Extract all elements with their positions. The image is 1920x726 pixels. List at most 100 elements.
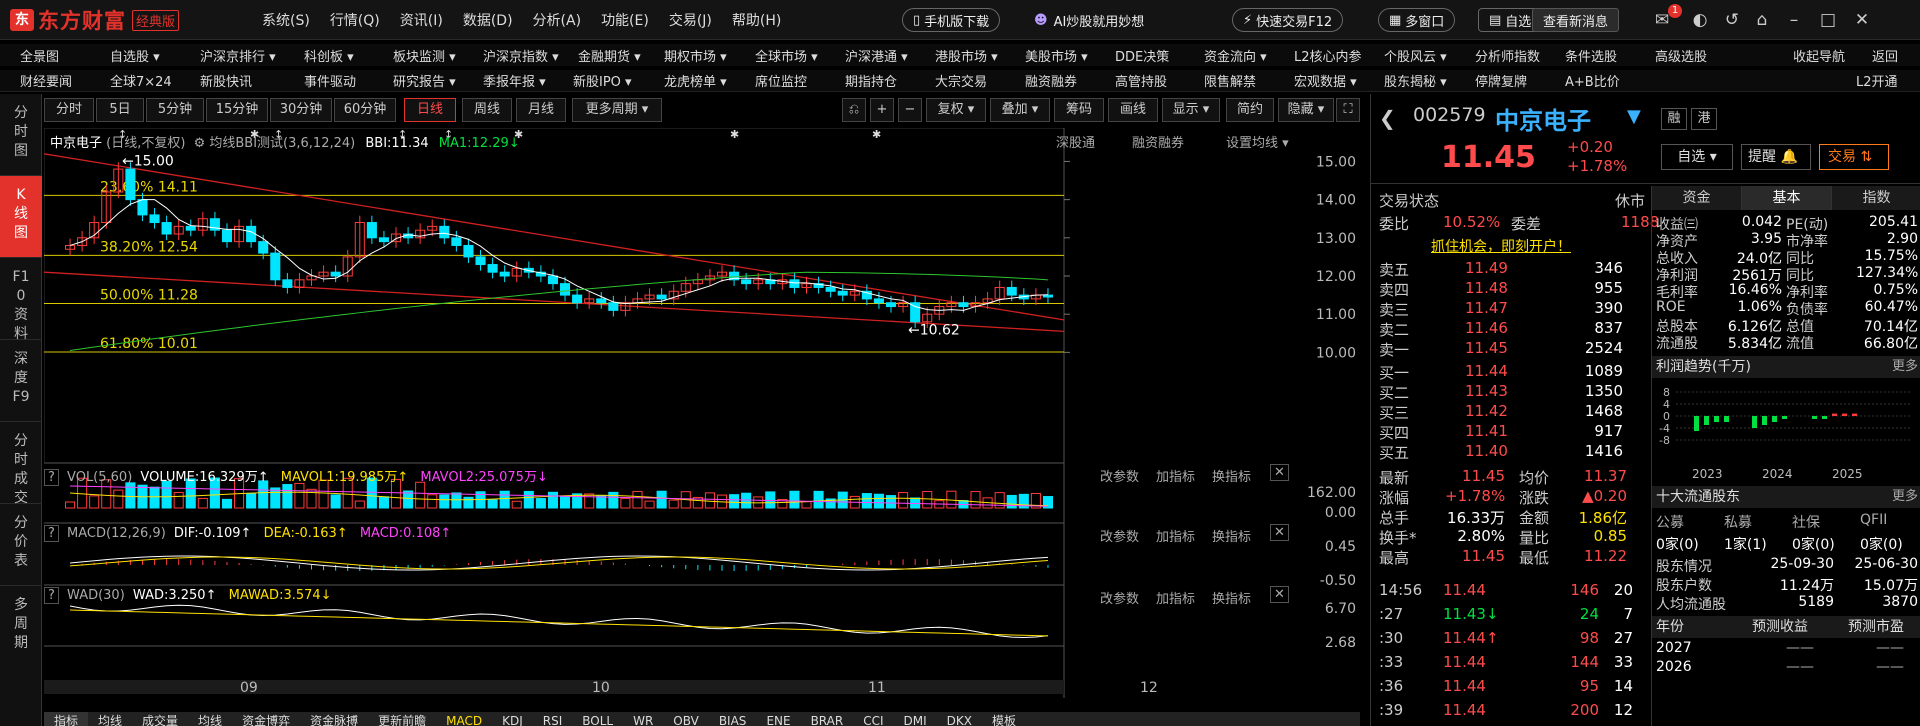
nav2-futures-pos[interactable]: 期指持仓 <box>845 71 897 90</box>
nav2-ipo-news[interactable]: 新股快讯 <box>200 71 252 90</box>
profit-more-link[interactable]: 更多 <box>1892 356 1918 378</box>
indicator-tab-18[interactable]: DKX <box>937 714 982 726</box>
chart-canvas[interactable]: 15.00 14.00 13.00 12.00 11.00 10.00 23.60% 14.… <box>44 128 1360 726</box>
nav2-ab-ratio[interactable]: A+B比价 <box>1565 71 1620 90</box>
indicator-tab-8[interactable]: KDJ <box>492 714 533 726</box>
nav-sector[interactable]: 板块监测 ▾ <box>393 46 456 65</box>
wad-close-icon[interactable]: ✕ <box>1270 586 1289 603</box>
period-5min[interactable]: 5分钟 <box>146 98 204 122</box>
link-set-ma[interactable]: 设置均线 ▾ <box>1226 132 1289 151</box>
nav-star-market[interactable]: 科创板 ▾ <box>304 46 354 65</box>
trade-button[interactable]: 交易 ⇅ <box>1819 144 1889 170</box>
maximize-icon[interactable]: □ <box>1818 10 1838 30</box>
menu-help[interactable]: 帮助(H) <box>732 10 781 30</box>
event-marker-icon[interactable]: ✱ <box>730 128 739 141</box>
view-ticks[interactable]: 分时成交 <box>0 422 42 506</box>
nav2-ipo[interactable]: 新股IPO ▾ <box>573 71 632 90</box>
minimize-icon[interactable]: – <box>1784 10 1804 30</box>
open-account-link[interactable]: 抓住机会，即刻开户！ <box>1431 236 1571 256</box>
nav-stock-news[interactable]: 个股风云 ▾ <box>1384 46 1447 65</box>
nav2-research[interactable]: 研究报告 ▾ <box>393 71 456 90</box>
period-60min[interactable]: 60分钟 <box>334 98 396 122</box>
vol-help-icon[interactable]: ? <box>44 469 59 486</box>
watchlist-dropdown[interactable]: 自选 ▾ <box>1661 144 1733 170</box>
nav-adv-screener[interactable]: 高级选股 <box>1655 46 1707 65</box>
hide-button[interactable]: 隐藏 ▾ <box>1278 98 1334 122</box>
nav-overview[interactable]: 全景图 <box>20 46 59 65</box>
draw-button[interactable]: 画线 <box>1108 98 1158 122</box>
nav-fundflow[interactable]: 资金流向 ▾ <box>1204 46 1267 65</box>
indicator-tab-11[interactable]: WR <box>623 714 663 726</box>
quick-trade-button[interactable]: ⚡ 快速交易F12 <box>1232 8 1344 32</box>
indicator-tab-7[interactable]: MACD <box>436 714 492 726</box>
nav2-unlock[interactable]: 限售解禁 <box>1204 71 1256 90</box>
settings-icon[interactable]: ⚙ <box>194 136 206 151</box>
close-icon[interactable]: ✕ <box>1852 10 1872 30</box>
view-f10[interactable]: F10资料 <box>0 258 42 342</box>
nav2-suspension[interactable]: 停牌复牌 <box>1475 71 1527 90</box>
period-daily[interactable]: 日线 <box>404 98 456 122</box>
nav-hk[interactable]: 港股市场 ▾ <box>935 46 998 65</box>
skin-icon[interactable]: ◐ <box>1690 10 1710 30</box>
wad-help-icon[interactable]: ? <box>44 587 59 604</box>
tab-index[interactable]: 指数 <box>1832 186 1920 210</box>
nav-watchlist[interactable]: 自选股 ▾ <box>110 46 160 65</box>
back-icon[interactable]: ↺ <box>1722 10 1742 30</box>
indicator-tab-3[interactable]: 均线 <box>188 712 232 726</box>
wad-name[interactable]: WAD(30) <box>67 588 125 603</box>
vol-close-icon[interactable]: ✕ <box>1270 464 1289 481</box>
nav-connect[interactable]: 沪深港通 ▾ <box>845 46 908 65</box>
nav2-margin[interactable]: 融资融券 <box>1025 71 1077 90</box>
link-sgt[interactable]: 深股通 <box>1056 132 1095 151</box>
period-5day[interactable]: 5日 <box>96 98 144 122</box>
simple-button[interactable]: 简约 <box>1226 98 1274 122</box>
shirt-icon[interactable]: ⌂ <box>1752 10 1772 30</box>
remind-button[interactable]: 提醒 🔔 <box>1741 144 1811 170</box>
vol-switch-indicator[interactable]: 换指标 <box>1212 466 1251 485</box>
nav2-macro[interactable]: 宏观数据 ▾ <box>1294 71 1357 90</box>
nav2-events[interactable]: 事件驱动 <box>304 71 356 90</box>
macd-name[interactable]: MACD(12,26,9) <box>67 526 166 541</box>
indicator-tab-0[interactable]: 指标 <box>44 712 89 726</box>
macd-switch-indicator[interactable]: 换指标 <box>1212 526 1251 545</box>
indicator-tab-10[interactable]: BOLL <box>572 714 623 726</box>
tab-basic[interactable]: 基本 <box>1742 186 1832 210</box>
wad-add-indicator[interactable]: 加指标 <box>1156 588 1195 607</box>
nav2-dragon-tiger[interactable]: 龙虎榜单 ▾ <box>664 71 727 90</box>
nav-collapse[interactable]: 收起导航 <box>1793 46 1845 65</box>
macd-edit-params[interactable]: 改参数 <box>1100 526 1139 545</box>
indicator-tab-16[interactable]: CCI <box>853 714 893 726</box>
holders-more-link[interactable]: 更多 <box>1892 486 1918 508</box>
view-multi-period[interactable]: 多周期 <box>0 586 42 666</box>
nav2-exec-holdings[interactable]: 高管持股 <box>1115 71 1167 90</box>
indicator-tab-4[interactable]: 资金博弈 <box>232 712 300 726</box>
overlay-button[interactable]: 叠加 ▾ <box>990 98 1050 122</box>
menu-system[interactable]: 系统(S) <box>262 10 310 30</box>
nav-us[interactable]: 美股市场 ▾ <box>1025 46 1088 65</box>
nav-dde[interactable]: DDE决策 <box>1115 46 1169 65</box>
vol-name[interactable]: VOL(5,60) <box>67 470 132 485</box>
nav-rank[interactable]: 沪深京排行 ▾ <box>200 46 276 65</box>
nav-screener[interactable]: 条件选股 <box>1565 46 1617 65</box>
indicator-tab-1[interactable]: 均线 <box>88 712 132 726</box>
multi-window-button[interactable]: ▦ 多窗口 <box>1378 8 1456 32</box>
indicator-tab-19[interactable]: 模板 <box>982 712 1026 726</box>
nav2-holders[interactable]: 股东揭秘 ▾ <box>1384 71 1447 90</box>
link-margin[interactable]: 融资融券 <box>1132 132 1184 151</box>
period-15min[interactable]: 15分钟 <box>206 98 268 122</box>
wad-switch-indicator[interactable]: 换指标 <box>1212 588 1251 607</box>
reset-icon[interactable]: ⎌ <box>842 98 866 122</box>
period-weekly[interactable]: 周线 <box>462 98 512 122</box>
kline-indicator-name[interactable]: 均线BBI测试(3,6,12,24) <box>209 136 355 151</box>
nav2-block-trade[interactable]: 大宗交易 <box>935 71 987 90</box>
view-kline[interactable]: K线图 <box>0 176 42 258</box>
nav2-global724[interactable]: 全球7×24 <box>110 71 172 90</box>
display-button[interactable]: 显示 ▾ <box>1162 98 1220 122</box>
chips-button[interactable]: 筹码 <box>1054 98 1104 122</box>
nav2-reports[interactable]: 季报年报 ▾ <box>483 71 546 90</box>
indicator-tab-9[interactable]: RSI <box>533 714 573 726</box>
zoom-out-icon[interactable]: − <box>898 98 922 122</box>
nav2-l2-open[interactable]: L2开通 <box>1856 71 1898 90</box>
menu-quotes[interactable]: 行情(Q) <box>330 10 380 30</box>
tab-fund[interactable]: 资金 <box>1652 186 1742 210</box>
